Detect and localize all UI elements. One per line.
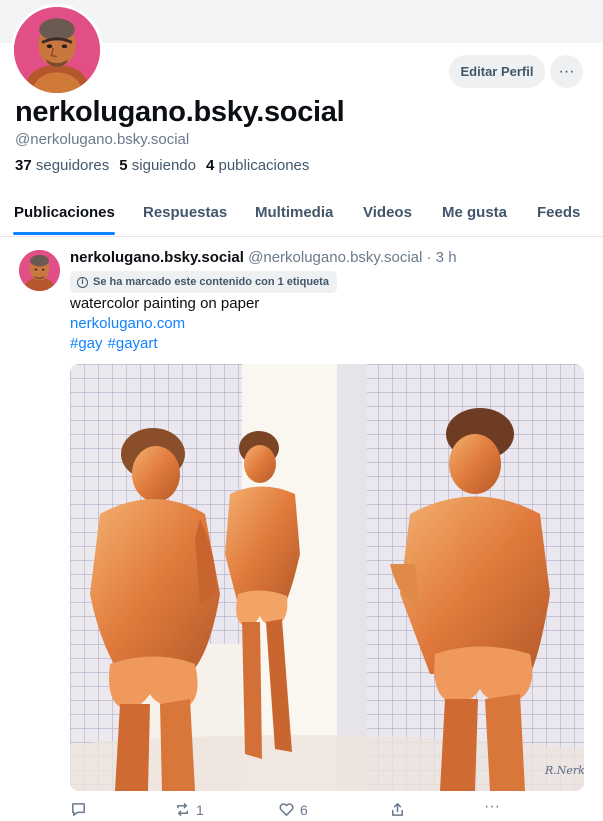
followers-stat[interactable]: 37 seguidores: [15, 157, 109, 174]
post-author-avatar[interactable]: [19, 250, 60, 291]
hashtag-link[interactable]: #gayart: [108, 335, 158, 352]
tab-publicaciones[interactable]: Publicaciones: [14, 204, 115, 221]
profile-display-name: nerkolugano.bsky.social: [15, 96, 345, 128]
more-icon: ···: [558, 62, 575, 80]
avatar-portrait-image: [19, 250, 60, 291]
posts-stat: 4 publicaciones: [205, 157, 310, 174]
profile-avatar[interactable]: [11, 4, 103, 96]
painting-signature: R.Nerko: [544, 764, 584, 777]
tab-respuestas[interactable]: Respuestas: [143, 204, 227, 221]
active-tab-indicator: [13, 232, 115, 235]
profile-tabs: Publicaciones Respuestas Multimedia Vide…: [0, 194, 603, 237]
tab-me-gusta[interactable]: Me gusta: [442, 204, 507, 221]
feed-post[interactable]: nerkolugano.bsky.social @nerkolugano.bsk…: [0, 238, 603, 821]
share-icon: [392, 803, 403, 816]
comment-icon: [72, 803, 85, 816]
hashtag-link[interactable]: #gay: [70, 335, 103, 352]
info-icon: i: [77, 276, 88, 288]
tab-feeds[interactable]: Feeds: [537, 204, 580, 221]
post-header: nerkolugano.bsky.social @nerkolugano.bsk…: [70, 249, 457, 266]
heart-icon: [279, 803, 294, 816]
repost-count: 1: [196, 801, 204, 818]
profile-stats: 37 seguidores 5 siguiendo 4 publicacione…: [15, 157, 309, 174]
post-hashtags: #gay #gayart: [70, 335, 158, 352]
like-button[interactable]: 6: [278, 801, 308, 818]
repost-button[interactable]: 1: [174, 801, 204, 818]
more-icon: ···: [484, 798, 500, 815]
content-label-text: Se ha marcado este contenido con 1 etiqu…: [93, 276, 329, 288]
following-stat[interactable]: 5 siguiendo: [119, 157, 196, 174]
watercolor-painting-image: R.Nerko: [70, 364, 584, 791]
tab-multimedia[interactable]: Multimedia: [255, 204, 333, 221]
profile-handle: @nerkolugano.bsky.social: [15, 131, 190, 148]
post-timestamp[interactable]: · 3 h: [427, 249, 457, 266]
post-link[interactable]: nerkolugano.com: [70, 315, 185, 332]
content-label-chip[interactable]: i Se ha marcado este contenido con 1 eti…: [70, 271, 337, 293]
like-count: 6: [300, 801, 308, 818]
share-button[interactable]: [389, 801, 406, 818]
post-author-handle[interactable]: @nerkolugano.bsky.social: [248, 249, 422, 266]
avatar-portrait-image: [14, 7, 100, 93]
reply-button[interactable]: [70, 801, 92, 818]
post-image[interactable]: R.Nerko: [70, 364, 584, 791]
post-text: watercolor painting on paper: [70, 295, 260, 312]
edit-profile-button[interactable]: Editar Perfil: [449, 55, 545, 88]
tab-videos[interactable]: Videos: [363, 204, 412, 221]
post-actions: 1 6 ···: [0, 798, 603, 821]
post-more-button[interactable]: ···: [484, 798, 500, 816]
profile-more-button[interactable]: ···: [550, 55, 583, 88]
repost-icon: [177, 803, 188, 816]
post-author-name[interactable]: nerkolugano.bsky.social: [70, 249, 244, 266]
